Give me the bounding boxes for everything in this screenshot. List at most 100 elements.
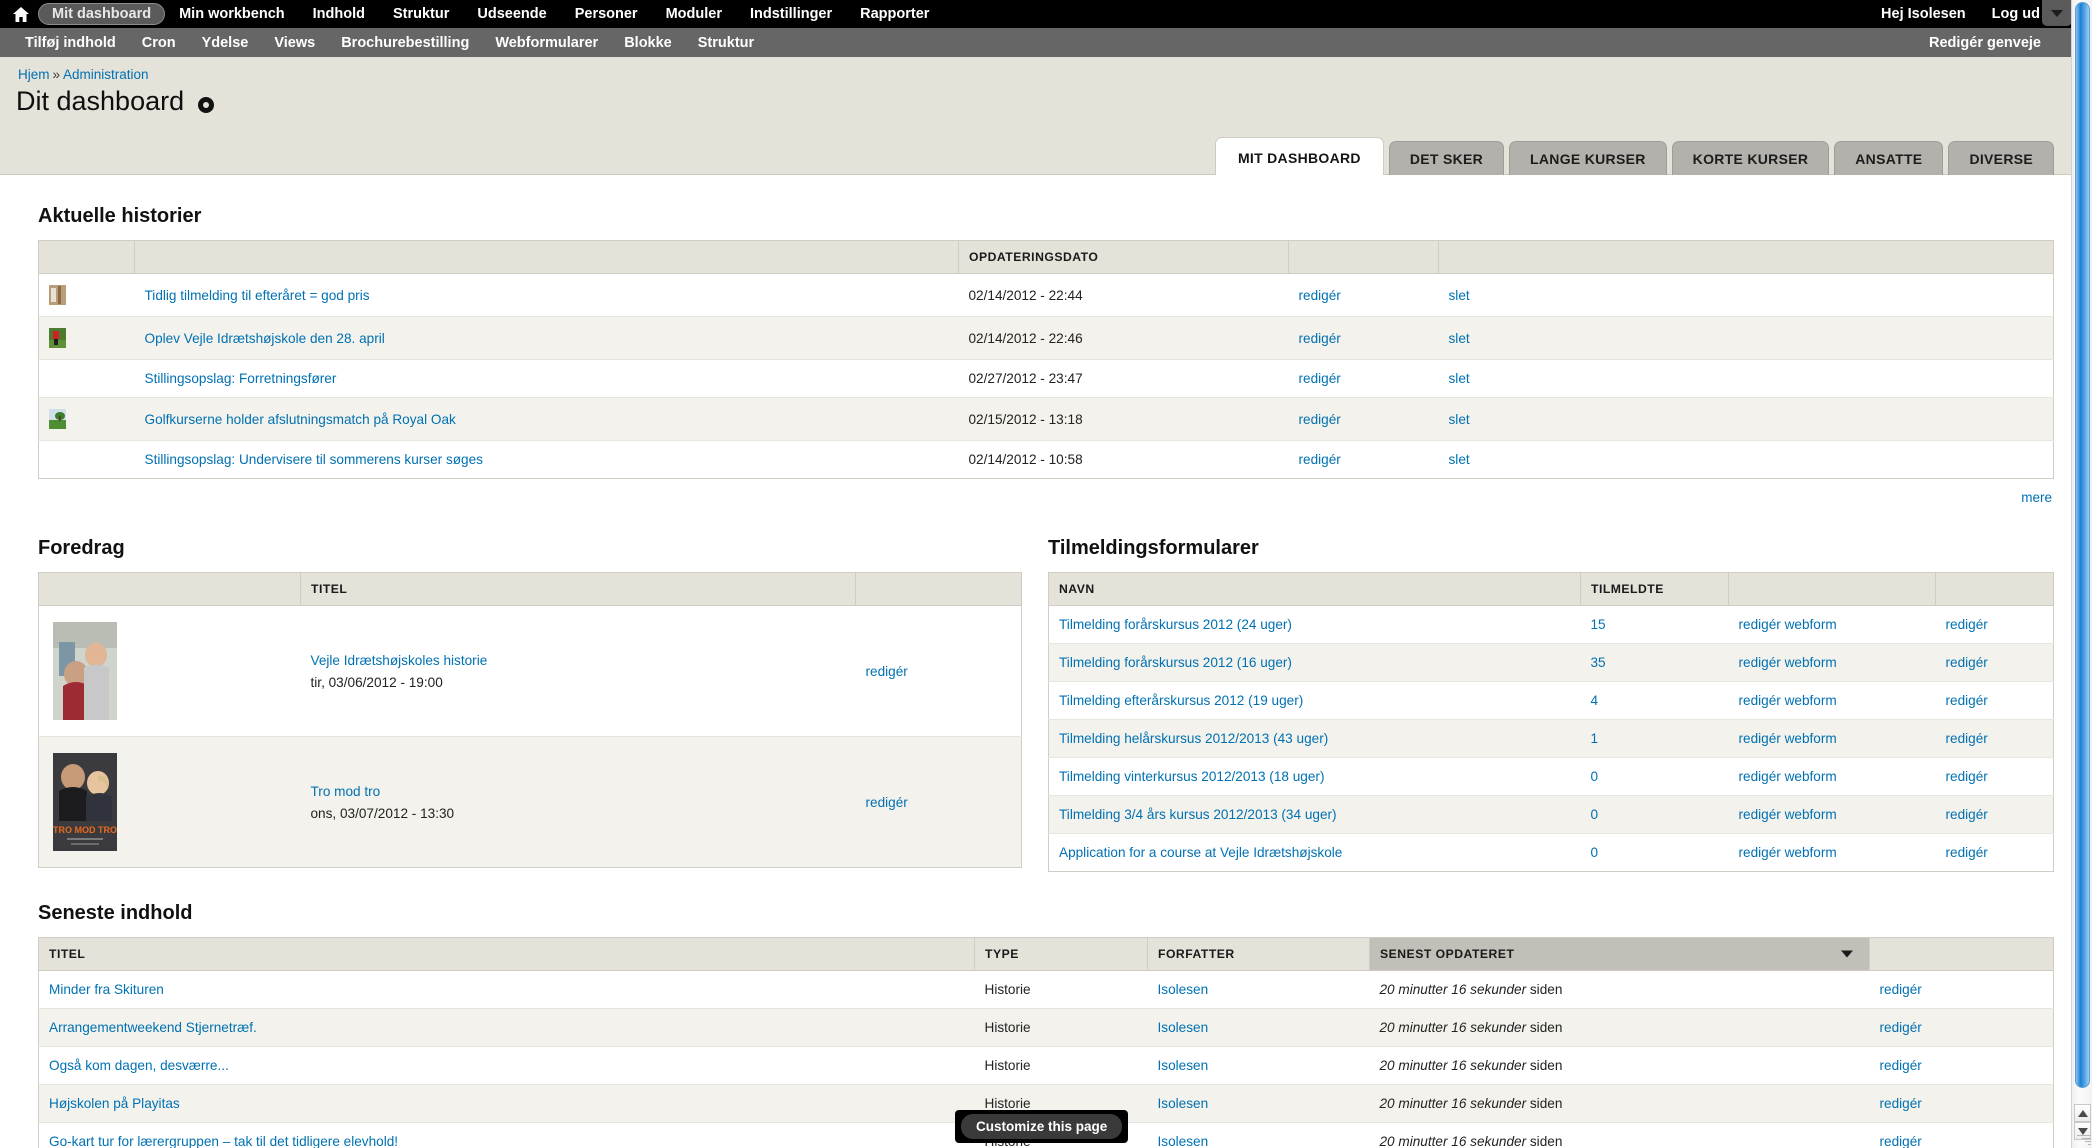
submission-count-link[interactable]: 15 <box>1591 617 1606 632</box>
scrollbar-thumb[interactable] <box>2075 2 2090 1088</box>
admin-menu-item-udseende[interactable]: Udseende <box>463 3 560 25</box>
admin-menu-item-indstillinger[interactable]: Indstillinger <box>736 3 846 25</box>
admin-menu-item-rapporter[interactable]: Rapporter <box>846 3 943 25</box>
shortcut-struktur[interactable]: Struktur <box>685 35 767 51</box>
submission-count-link[interactable]: 0 <box>1591 807 1599 822</box>
shortcut-brochurebestilling[interactable]: Brochurebestilling <box>328 35 482 51</box>
story-title-link[interactable]: Tidlig tilmelding til efteråret = god pr… <box>145 288 370 303</box>
shortcut-cron[interactable]: Cron <box>129 35 189 51</box>
form-name-link[interactable]: Tilmelding forårskursus 2012 (24 uger) <box>1059 617 1292 632</box>
edit-link[interactable]: redigér <box>1946 731 1988 746</box>
edit-webform-link[interactable]: redigér webform <box>1739 807 1837 822</box>
breadcrumb-item-hjem[interactable]: Hjem <box>18 67 50 82</box>
shortcut-tilfoj-indhold[interactable]: Tilføj indhold <box>12 35 129 51</box>
submission-count-link[interactable]: 1 <box>1591 731 1599 746</box>
edit-link[interactable]: redigér <box>1946 845 1988 860</box>
edit-link[interactable]: redigér <box>1946 655 1988 670</box>
tab-mit-dashboard[interactable]: MIT DASHBOARD <box>1215 137 1384 175</box>
edit-link[interactable]: redigér <box>1946 769 1988 784</box>
tab-det-sker[interactable]: DET SKER <box>1389 141 1504 175</box>
content-title-link[interactable]: Minder fra Skituren <box>49 982 164 997</box>
edit-link[interactable]: redigér <box>1946 807 1988 822</box>
story-title-link[interactable]: Stillingsopslag: Undervisere til sommere… <box>145 452 483 467</box>
form-name-link[interactable]: Tilmelding helårskursus 2012/2013 (43 ug… <box>1059 731 1328 746</box>
content-title-link[interactable]: Højskolen på Playitas <box>49 1096 180 1111</box>
gear-icon[interactable] <box>198 97 214 113</box>
col-forfatter[interactable]: FORFATTER <box>1148 938 1370 971</box>
shortcut-ydelse[interactable]: Ydelse <box>189 35 262 51</box>
edit-link[interactable]: redigér <box>1299 452 1341 467</box>
edit-link[interactable]: redigér <box>1880 1058 1922 1073</box>
delete-link[interactable]: slet <box>1449 452 1470 467</box>
author-link[interactable]: Isolesen <box>1158 1020 1209 1035</box>
edit-webform-link[interactable]: redigér webform <box>1739 769 1837 784</box>
delete-link[interactable]: slet <box>1449 288 1470 303</box>
content-title-link[interactable]: Også kom dagen, desværre... <box>49 1058 229 1073</box>
author-link[interactable]: Isolesen <box>1158 982 1209 997</box>
col-senest-opdateret[interactable]: SENEST OPDATERET <box>1370 938 1870 971</box>
form-name-link[interactable]: Tilmelding efterårskursus 2012 (19 uger) <box>1059 693 1303 708</box>
admin-menu-item-indhold[interactable]: Indhold <box>299 3 379 25</box>
user-greeting[interactable]: Hej Isolesen <box>1881 6 1966 22</box>
scroll-up-button[interactable] <box>2074 1104 2091 1122</box>
edit-link[interactable]: redigér <box>866 795 908 810</box>
story-title-link[interactable]: Oplev Vejle Idrætshøjskole den 28. april <box>145 331 385 346</box>
edit-link[interactable]: redigér <box>1299 371 1341 386</box>
edit-webform-link[interactable]: redigér webform <box>1739 845 1837 860</box>
author-link[interactable]: Isolesen <box>1158 1096 1209 1111</box>
admin-menu-item-personer[interactable]: Personer <box>561 3 652 25</box>
page-scrollbar[interactable] <box>2071 0 2092 1148</box>
toolbar-tray-toggle[interactable] <box>2042 0 2072 26</box>
content-title-link[interactable]: Arrangementweekend Stjernetræf. <box>49 1020 257 1035</box>
home-icon[interactable] <box>10 3 32 25</box>
story-title-link[interactable]: Golfkurserne holder afslutningsmatch på … <box>145 412 456 427</box>
foredrag-title-link[interactable]: Tro mod tro <box>311 784 381 799</box>
edit-link[interactable]: redigér <box>1946 693 1988 708</box>
edit-webform-link[interactable]: redigér webform <box>1739 655 1837 670</box>
delete-link[interactable]: slet <box>1449 412 1470 427</box>
edit-link[interactable]: redigér <box>866 664 908 679</box>
submission-count-link[interactable]: 0 <box>1591 845 1599 860</box>
edit-webform-link[interactable]: redigér webform <box>1739 731 1837 746</box>
foredrag-title-link[interactable]: Vejle Idrætshøjskoles historie <box>311 653 488 668</box>
form-name-link[interactable]: Tilmelding forårskursus 2012 (16 uger) <box>1059 655 1292 670</box>
col-type[interactable]: TYPE <box>975 938 1148 971</box>
edit-link[interactable]: redigér <box>1299 412 1341 427</box>
content-title-link[interactable]: Go-kart tur for lærergruppen – tak til d… <box>49 1134 398 1148</box>
shortcut-blokke[interactable]: Blokke <box>611 35 685 51</box>
shortcut-views[interactable]: Views <box>261 35 328 51</box>
edit-link[interactable]: redigér <box>1299 331 1341 346</box>
tab-ansatte[interactable]: ANSATTE <box>1834 141 1943 175</box>
tab-diverse[interactable]: DIVERSE <box>1948 141 2054 175</box>
story-title-link[interactable]: Stillingsopslag: Forretningsfører <box>145 371 337 386</box>
author-link[interactable]: Isolesen <box>1158 1134 1209 1148</box>
edit-link[interactable]: redigér <box>1880 1020 1922 1035</box>
edit-webform-link[interactable]: redigér webform <box>1739 693 1837 708</box>
edit-link[interactable]: redigér <box>1946 617 1988 632</box>
admin-menu-item-mit-dashboard[interactable]: Mit dashboard <box>38 3 165 25</box>
edit-shortcuts-link[interactable]: Redigér genveje <box>1916 35 2054 51</box>
tab-lange-kurser[interactable]: LANGE KURSER <box>1509 141 1667 175</box>
edit-link[interactable]: redigér <box>1880 1134 1922 1148</box>
admin-menu-item-moduler[interactable]: Moduler <box>652 3 736 25</box>
edit-link[interactable]: redigér <box>1880 982 1922 997</box>
edit-webform-link[interactable]: redigér webform <box>1739 617 1837 632</box>
edit-link[interactable]: redigér <box>1880 1096 1922 1111</box>
logout-link[interactable]: Log ud <box>1992 6 2040 22</box>
delete-link[interactable]: slet <box>1449 371 1470 386</box>
customize-this-page-button[interactable]: Customize this page <box>961 1114 1122 1139</box>
submission-count-link[interactable]: 35 <box>1591 655 1606 670</box>
form-name-link[interactable]: Application for a course at Vejle Idræts… <box>1059 845 1342 860</box>
edit-link[interactable]: redigér <box>1299 288 1341 303</box>
tab-korte-kurser[interactable]: KORTE KURSER <box>1672 141 1830 175</box>
submission-count-link[interactable]: 4 <box>1591 693 1599 708</box>
shortcut-webformularer[interactable]: Webformularer <box>482 35 611 51</box>
admin-menu-item-struktur[interactable]: Struktur <box>379 3 463 25</box>
author-link[interactable]: Isolesen <box>1158 1058 1209 1073</box>
breadcrumb-item-administration[interactable]: Administration <box>63 67 149 82</box>
delete-link[interactable]: slet <box>1449 331 1470 346</box>
more-link[interactable]: mere <box>2021 490 2052 505</box>
form-name-link[interactable]: Tilmelding vinterkursus 2012/2013 (18 ug… <box>1059 769 1324 784</box>
form-name-link[interactable]: Tilmelding 3/4 års kursus 2012/2013 (34 … <box>1059 807 1337 822</box>
admin-menu-item-min-workbench[interactable]: Min workbench <box>165 3 299 25</box>
